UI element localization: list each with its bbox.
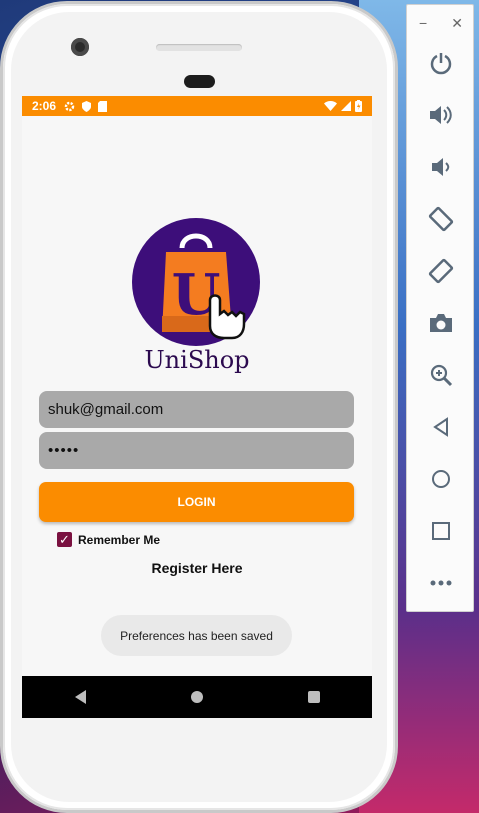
shield-icon xyxy=(82,100,92,112)
proximity-sensor xyxy=(184,75,215,88)
zoom-icon[interactable] xyxy=(421,357,461,393)
camera-icon[interactable] xyxy=(421,305,461,341)
unishop-logo: U xyxy=(132,218,260,346)
rotate-left-icon[interactable] xyxy=(421,201,461,237)
home-icon[interactable] xyxy=(421,461,461,497)
close-icon[interactable]: ✕ xyxy=(451,15,463,32)
front-camera xyxy=(71,38,89,56)
status-time: 2:06 xyxy=(32,99,57,113)
earpiece-speaker xyxy=(156,44,242,51)
signal-icon xyxy=(341,101,351,111)
emulator-toolbar: − ✕ xyxy=(406,4,474,612)
toast-message: Preferences has been saved xyxy=(101,615,292,656)
device-screen: 2:06 U UniShop shuk@gmail.com ••••• LOGI… xyxy=(22,96,372,718)
back-icon[interactable] xyxy=(421,409,461,445)
wifi-icon xyxy=(324,101,337,111)
battery-icon xyxy=(355,100,362,112)
remember-me-checkbox[interactable]: ✓ xyxy=(57,532,72,547)
minimize-icon[interactable]: − xyxy=(419,15,427,32)
nav-recents-icon[interactable] xyxy=(307,691,320,703)
power-icon[interactable] xyxy=(421,45,461,81)
email-field[interactable]: shuk@gmail.com xyxy=(39,391,354,428)
sd-card-icon xyxy=(98,100,108,112)
volume-up-icon[interactable] xyxy=(421,97,461,133)
overview-icon[interactable] xyxy=(421,513,461,549)
brand-name: UniShop xyxy=(144,346,250,374)
password-field[interactable]: ••••• xyxy=(39,432,354,469)
navigation-bar xyxy=(22,676,372,718)
status-bar: 2:06 xyxy=(22,96,372,116)
rotate-right-icon[interactable] xyxy=(421,253,461,289)
more-icon[interactable] xyxy=(421,565,461,601)
nav-back-icon[interactable] xyxy=(74,690,86,704)
settings-icon xyxy=(64,101,75,111)
register-link[interactable]: Register Here xyxy=(22,560,372,576)
nav-home-icon[interactable] xyxy=(190,691,203,703)
volume-down-icon[interactable] xyxy=(421,149,461,185)
remember-me-row[interactable]: ✓ Remember Me xyxy=(57,532,160,547)
login-button[interactable]: LOGIN xyxy=(39,482,354,522)
remember-me-label: Remember Me xyxy=(78,532,161,547)
